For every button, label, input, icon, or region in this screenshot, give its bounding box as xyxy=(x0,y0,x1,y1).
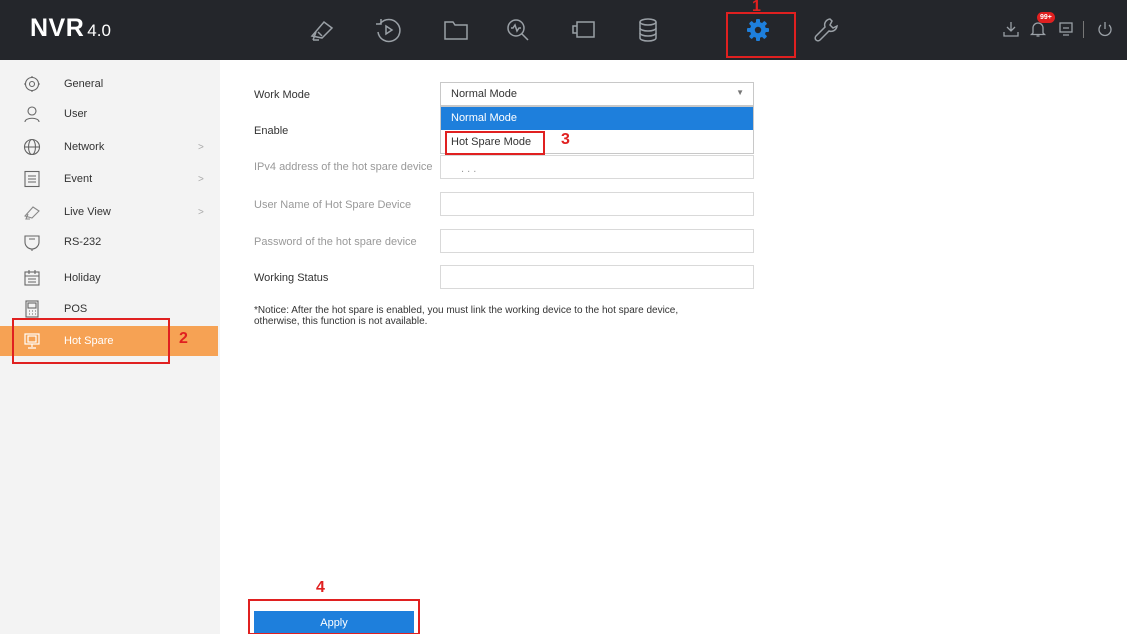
working-status-field xyxy=(440,265,754,289)
sidebar-item-live-view[interactable]: Live View > xyxy=(0,197,218,227)
notification-button[interactable]: 99+ xyxy=(1027,12,1055,40)
holiday-calendar-icon xyxy=(22,268,42,288)
work-mode-select[interactable]: Normal Mode ▼ xyxy=(440,82,754,106)
username-label: User Name of Hot Spare Device xyxy=(254,199,412,211)
pos-icon xyxy=(22,299,42,319)
maintenance-wrench-icon xyxy=(814,18,838,42)
nav-live-view[interactable] xyxy=(300,12,344,48)
sidebar-item-label: POS xyxy=(64,303,88,315)
option-label: Normal Mode xyxy=(451,112,518,124)
sidebar-item-network[interactable]: Network > xyxy=(0,132,218,162)
work-mode-value: Normal Mode xyxy=(451,88,518,100)
sidebar-item-label: Event xyxy=(64,173,93,185)
chevron-right-icon: > xyxy=(198,206,204,218)
logo-version: 4.0 xyxy=(87,21,111,40)
sidebar-item-label: RS-232 xyxy=(64,236,102,248)
sidebar-item-event[interactable]: Event > xyxy=(0,164,218,194)
sidebar-item-label: General xyxy=(64,78,104,90)
logo-text: NVR xyxy=(30,14,85,42)
nav-storage[interactable] xyxy=(626,12,670,48)
username-input[interactable] xyxy=(440,192,754,216)
sidebar-item-label: Live View xyxy=(64,206,111,218)
annotation-box-2 xyxy=(12,318,170,364)
event-icon xyxy=(22,169,42,189)
annotation-number-1: 1 xyxy=(752,0,761,15)
annotation-number-3: 3 xyxy=(561,131,570,148)
annotation-number-2: 2 xyxy=(179,330,188,347)
ipv4-value: . . . xyxy=(461,163,477,175)
chevron-right-icon: > xyxy=(198,173,204,185)
monitor-lock-icon xyxy=(1059,22,1073,36)
video-wall-icon xyxy=(572,21,595,38)
annotation-box-1 xyxy=(726,12,796,58)
password-label: Password of the hot spare device xyxy=(254,236,417,248)
rs232-icon xyxy=(22,232,42,252)
work-mode-label: Work Mode xyxy=(254,89,311,101)
chevron-right-icon: > xyxy=(198,141,204,153)
nav-file[interactable] xyxy=(434,12,478,48)
power-button[interactable] xyxy=(1094,18,1116,40)
chevron-down-icon: ▼ xyxy=(736,88,744,97)
top-navigation-bar: NVR 4.0 99+ xyxy=(0,0,1127,60)
ipv4-label: IPv4 address of the hot spare device xyxy=(254,161,433,173)
notice-line-1: *Notice: After the hot spare is enabled,… xyxy=(254,305,679,316)
working-status-label: Working Status xyxy=(254,272,329,284)
download-icon xyxy=(1003,22,1019,37)
smart-analysis-icon xyxy=(507,19,529,41)
lock-screen-button[interactable] xyxy=(1055,18,1077,40)
live-view-camera-icon xyxy=(310,20,334,41)
playback-icon xyxy=(376,18,401,43)
notice-line-2: otherwise, this function is not availabl… xyxy=(254,316,428,327)
sidebar-item-label: Network xyxy=(64,141,105,153)
annotation-box-4 xyxy=(248,599,420,634)
hot-spare-notice: *Notice: After the hot spare is enabled,… xyxy=(254,305,754,327)
nav-video-wall[interactable] xyxy=(562,12,606,48)
nav-maintenance[interactable] xyxy=(804,12,848,48)
nav-smart-analysis[interactable] xyxy=(496,12,540,48)
power-icon xyxy=(1098,22,1112,37)
sidebar-item-label: Holiday xyxy=(64,272,101,284)
sidebar-item-user[interactable]: User xyxy=(0,99,218,129)
user-icon xyxy=(22,104,42,124)
network-globe-icon xyxy=(22,137,42,157)
enable-label: Enable xyxy=(254,125,289,137)
sidebar-item-label: User xyxy=(64,108,88,120)
notification-badge: 99+ xyxy=(1037,12,1055,23)
download-button[interactable] xyxy=(1000,18,1022,40)
general-icon xyxy=(22,74,42,94)
storage-icon xyxy=(639,18,657,42)
live-view-icon xyxy=(22,202,42,222)
ipv4-input[interactable]: . . . xyxy=(440,155,754,179)
nav-playback[interactable] xyxy=(366,12,410,48)
annotation-box-3 xyxy=(445,131,545,155)
annotation-number-4: 4 xyxy=(316,579,325,596)
topbar-divider xyxy=(1083,21,1084,38)
nvr-logo: NVR 4.0 xyxy=(30,14,111,43)
file-folder-icon xyxy=(444,21,468,40)
nvr-app: NVR 4.0 99+ General User Network > Event… xyxy=(0,0,1127,634)
sidebar-item-holiday[interactable]: Holiday xyxy=(0,263,218,293)
sidebar-item-general[interactable]: General xyxy=(0,69,218,99)
option-normal-mode[interactable]: Normal Mode xyxy=(441,107,753,130)
password-input[interactable] xyxy=(440,229,754,253)
sidebar-item-rs232[interactable]: RS-232 xyxy=(0,227,218,257)
